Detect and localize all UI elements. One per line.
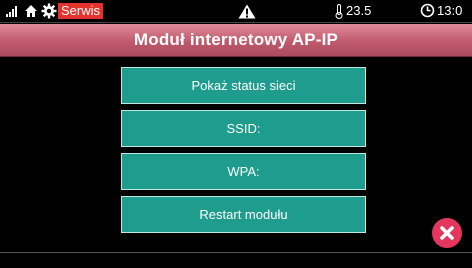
signal-icon — [6, 6, 20, 17]
close-icon — [440, 226, 454, 240]
status-bar: Serwis 23.5 13:0 — [0, 0, 472, 23]
wpa-button[interactable]: WPA: — [121, 153, 366, 190]
ssid-button[interactable]: SSID: — [121, 110, 366, 147]
service-mode-badge: Serwis — [58, 3, 104, 19]
gear-icon — [41, 3, 57, 19]
thermometer-icon — [335, 4, 343, 19]
restart-module-button[interactable]: Restart modułu — [121, 196, 366, 233]
page-title: Moduł internetowy AP-IP — [0, 24, 472, 57]
clock-time: 13:0 — [437, 3, 463, 18]
clock-icon — [420, 3, 435, 18]
show-network-status-button[interactable]: Pokaż status sieci — [121, 67, 366, 104]
close-button[interactable] — [432, 218, 462, 248]
home-icon — [25, 5, 37, 17]
temperature-value: 23.5 — [346, 3, 372, 18]
alarm-warning-icon — [238, 4, 256, 19]
footer-divider — [0, 252, 472, 253]
